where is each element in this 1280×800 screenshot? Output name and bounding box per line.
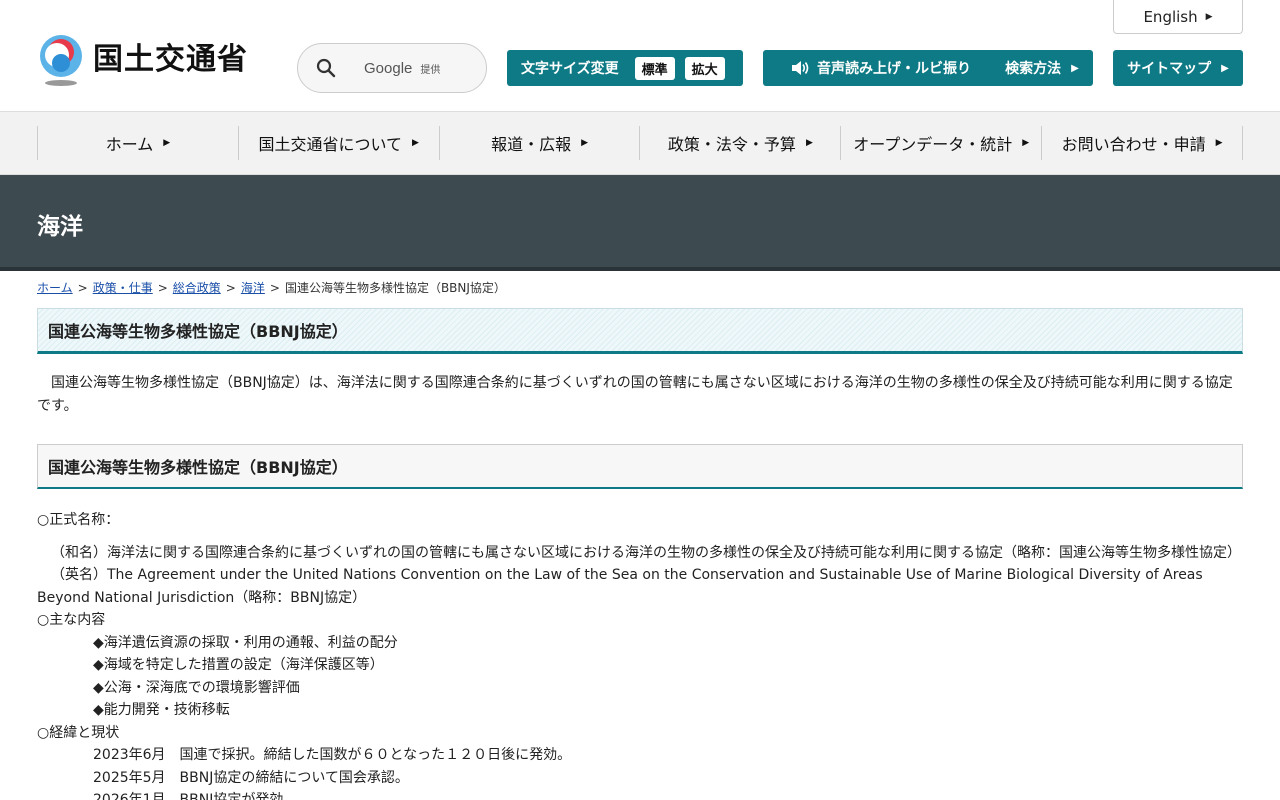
search-method-button[interactable]: 検索方法 ▶ [991,50,1093,86]
history-text: BBNJ協定の締結について国会承認。 [179,769,409,786]
history-text: BBNJ協定が発効。 [179,792,298,800]
site-search[interactable]: Google 提供 [297,43,487,93]
font-size-standard-button[interactable]: 標準 [634,56,675,80]
nav-item-open-data[interactable]: オープンデータ・統計 ▶ [840,126,1041,160]
speaker-icon [791,60,809,76]
contents-list: ◆海洋遺伝資源の採取・利用の通報、利益の配分 ◆海域を特定した措置の設定（海洋保… [37,632,1243,722]
nav-item-policy[interactable]: 政策・法令・予算 ▶ [639,126,840,160]
triangle-right-icon: ▶ [1022,138,1030,148]
breadcrumb-link-policy[interactable]: 政策・仕事 [93,281,153,295]
triangle-right-icon: ▶ [805,138,813,148]
breadcrumb-current: 国連公海等生物多様性協定（BBNJ協定） [284,281,506,295]
sub-heading: 国連公海等生物多様性協定（BBNJ協定） [37,444,1243,489]
breadcrumb-link-general-policy[interactable]: 総合政策 [173,281,221,295]
history-item: 2026年1月 BBNJ協定が発効。 [93,789,1243,800]
english-button[interactable]: English ▶ [1113,0,1243,34]
global-nav: ホーム ▶ 国土交通省について ▶ 報道・広報 ▶ 政策・法令・予算 ▶ オープンデータ… [0,112,1280,175]
sitemap-label: サイトマップ [1127,61,1212,77]
site-header: 国土交通省 English ▶ Google 提供 文字サイズ変更 標準 拡大 … [0,0,1280,112]
history-list: 2023年6月 国連で採択。締結した国数が６０となった１２０日後に発効。 2025… [37,744,1243,800]
history-date: 2025年5月 [93,769,166,786]
list-item: ◆能力開発・技術移転 [93,702,230,718]
name-english: （英名）The Agreement under the United Natio… [37,567,1203,606]
logo-text: 国土交通省 [93,42,248,77]
voice-ruby-button[interactable]: 音声読み上げ・ルビ振り [763,50,999,86]
list-item: ◆公海・深海底での環境影響評価 [93,679,300,696]
history-label: ○経緯と現状 [37,724,120,741]
triangle-right-icon: ▶ [1215,138,1223,148]
main-content: 国連公海等生物多様性協定（BBNJ協定） 国連公海等生物多様性協定（BBNJ協定… [37,308,1243,800]
breadcrumb-link-ocean[interactable]: 海洋 [241,281,265,295]
list-item: ◆海洋遺伝資源の採取・利用の通報、利益の配分 [93,634,398,651]
google-provided-label: 提供 [420,64,441,76]
triangle-right-icon: ▶ [163,138,171,148]
triangle-right-icon: ▶ [412,138,419,148]
breadcrumb-link-home[interactable]: ホーム [37,281,73,295]
google-label: Google [364,59,413,77]
triangle-right-icon: ▶ [1221,62,1229,74]
page-title: 海洋 [37,214,83,240]
nav-item-press[interactable]: 報道・広報 ▶ [438,126,640,160]
voice-ruby-label: 音声読み上げ・ルビ振り [817,61,971,77]
nav-item-home[interactable]: ホーム ▶ [37,126,238,160]
main-heading: 国連公海等生物多様性協定（BBNJ協定） [37,308,1243,354]
lead-paragraph: 国連公海等生物多様性協定（BBNJ協定）は、海洋法に関する国際連合条約に基づくい… [37,375,1233,414]
triangle-right-icon: ▶ [1071,62,1079,74]
search-method-label: 検索方法 [1005,61,1062,77]
font-size-label: 文字サイズ変更 [521,61,619,77]
site-logo[interactable]: 国土交通省 [37,34,248,86]
history-date: 2023年6月 [93,747,166,763]
sitemap-button[interactable]: サイトマップ ▶ [1113,50,1243,86]
history-item: 2023年6月 国連で採択。締結した国数が６０となった１２０日後に発効。 [93,744,1243,767]
history-item: 2025年5月 BBNJ協定の締結について国会承認。 [93,767,1243,790]
history-text: 国連で採択。締結した国数が６０となった１２０日後に発効。 [179,747,572,763]
formal-name-label: ○正式名称： [37,512,120,528]
font-size-control: 文字サイズ変更 標準 拡大 [507,50,743,86]
triangle-right-icon: ▶ [1205,11,1213,22]
english-label: English [1143,7,1198,26]
breadcrumb: ホーム > 政策・仕事 > 総合政策 > 海洋 > 国連公海等生物多様性協定（BBNJ協定） [37,281,506,295]
name-japanese: （和名）海洋法に関する国際連合条約に基づくいずれの国の管轄にも属さない区域におけ… [51,544,1241,561]
history-date: 2026年1月 [93,792,166,800]
nav-item-contact[interactable]: お問い合わせ・申請 ▶ [1041,126,1243,160]
nav-item-about[interactable]: 国土交通省について ▶ [237,126,439,160]
page-title-band: 海洋 [0,175,1280,271]
mlit-logo-icon [37,34,85,86]
search-icon[interactable] [316,58,356,78]
triangle-right-icon: ▶ [581,138,589,148]
font-size-large-button[interactable]: 拡大 [684,56,725,80]
list-item: ◆海域を特定した措置の設定（海洋保護区等） [93,657,384,673]
contents-label: ○主な内容 [37,612,106,628]
